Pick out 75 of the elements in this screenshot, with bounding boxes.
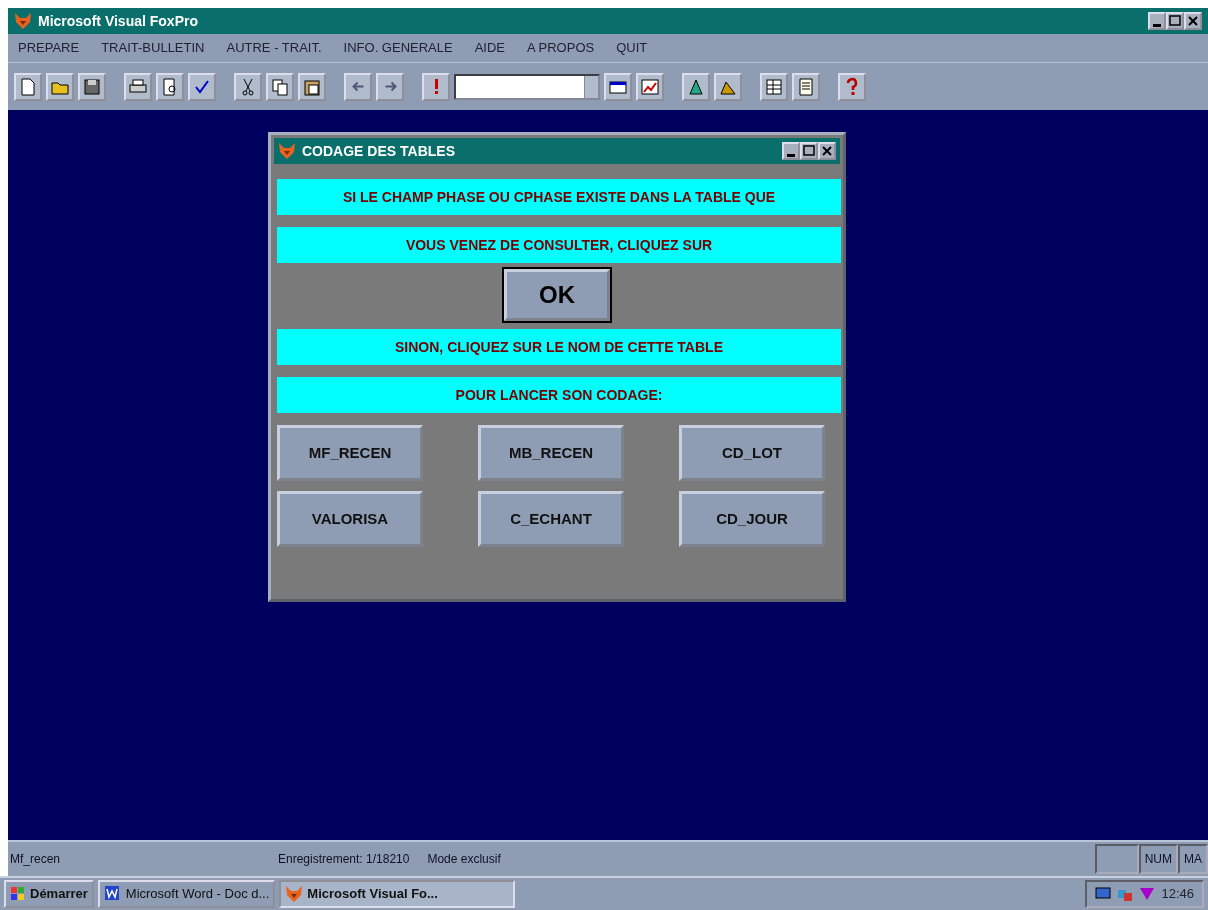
menu-item[interactable]: QUIT xyxy=(616,38,648,58)
chart-button[interactable] xyxy=(636,72,664,101)
minimize-icon xyxy=(1153,23,1161,27)
maximize-icon xyxy=(1168,14,1182,28)
menu-item[interactable]: AUTRE - TRAIT. xyxy=(226,38,322,58)
start-button[interactable]: Démarrer xyxy=(4,880,94,908)
menu-item[interactable]: INFO. GENERALE xyxy=(343,38,453,58)
table-button[interactable]: MF_RECEN xyxy=(277,425,423,481)
form-button[interactable] xyxy=(604,72,632,101)
chart-icon xyxy=(640,76,660,97)
triangle-icon xyxy=(1139,886,1156,902)
redo-icon xyxy=(383,81,397,92)
message-text: VOUS VENEZ DE CONSULTER, CLIQUEZ SUR xyxy=(277,227,841,263)
new-file-icon xyxy=(18,76,38,97)
message-text: POUR LANCER SON CODAGE: xyxy=(277,377,841,413)
table-button[interactable]: CD_JOUR xyxy=(679,491,825,547)
table-button[interactable]: CD_LOT xyxy=(679,425,825,481)
status-text: Mode exclusif xyxy=(427,851,501,868)
fox-icon xyxy=(285,885,304,903)
minimize-button[interactable] xyxy=(1148,12,1166,30)
menu-item[interactable]: TRAIT-BULLETIN xyxy=(101,38,205,58)
combo-box[interactable] xyxy=(454,73,600,100)
table-button[interactable]: VALORISA xyxy=(277,491,423,547)
exclamation-button[interactable] xyxy=(422,72,450,101)
printer-button[interactable] xyxy=(124,72,152,101)
close-button[interactable] xyxy=(1184,12,1202,30)
copy-button[interactable] xyxy=(266,72,294,101)
exclamation-icon xyxy=(434,79,438,94)
undo-icon xyxy=(351,81,365,92)
taskbar-button[interactable]: Microsoft Word - Doc d... xyxy=(97,880,276,908)
maximize-icon xyxy=(802,144,816,158)
message-text: SI LE CHAMP PHASE OU CPHASE EXISTE DANS LA TABLE QUE xyxy=(277,179,841,215)
copy-icon xyxy=(270,76,290,97)
maximize-button[interactable] xyxy=(1166,12,1184,30)
taskbar-button[interactable]: Microsoft Visual Fo... xyxy=(279,880,516,908)
status-indicator: NUM xyxy=(1138,844,1178,874)
document-button[interactable] xyxy=(792,72,820,101)
disk-button[interactable] xyxy=(78,72,106,101)
folder-button[interactable] xyxy=(46,72,74,101)
status-text: Enregistrement: 1/18210 xyxy=(278,851,410,868)
redo-button[interactable] xyxy=(376,72,404,101)
status-indicator: MA xyxy=(1178,844,1208,874)
minimize-button[interactable] xyxy=(782,142,800,160)
scissors-button[interactable] xyxy=(234,72,262,101)
menu-item[interactable]: PREPARE xyxy=(18,38,80,58)
word-icon xyxy=(103,885,122,903)
dialog-title: CODAGE DES TABLES xyxy=(302,141,455,161)
fox-icon xyxy=(278,142,296,160)
table-button[interactable] xyxy=(760,72,788,101)
minimize-icon xyxy=(787,153,795,157)
clock: 12:46 xyxy=(1161,885,1194,904)
menu-item[interactable]: AIDE xyxy=(474,38,505,58)
status-text: Mf_recen xyxy=(9,851,62,868)
table-button[interactable]: MB_RECEN xyxy=(478,425,624,481)
document-icon xyxy=(796,76,816,97)
windows-logo-icon xyxy=(10,886,26,902)
status-panel xyxy=(1094,844,1139,874)
fox-icon xyxy=(14,12,32,30)
monitor-icon xyxy=(1095,886,1112,902)
message-text: SINON, CLIQUEZ SUR LE NOM DE CETTE TABLE xyxy=(277,329,841,365)
table-icon xyxy=(764,76,784,97)
undo-button[interactable] xyxy=(344,72,372,101)
help-button[interactable] xyxy=(838,72,866,101)
close-button[interactable] xyxy=(818,142,836,160)
check-mark-button[interactable] xyxy=(188,72,216,101)
table-button[interactable]: C_ECHANT xyxy=(478,491,624,547)
window-title: Microsoft Visual FoxPro xyxy=(38,11,198,31)
ok-button[interactable]: OK xyxy=(504,269,610,321)
close-icon xyxy=(820,144,834,158)
close-icon xyxy=(1186,14,1200,28)
maximize-button[interactable] xyxy=(800,142,818,160)
clipboard-button[interactable] xyxy=(298,72,326,101)
preview-button[interactable] xyxy=(156,72,184,101)
new-file-button[interactable] xyxy=(14,72,42,101)
menu-item[interactable]: A PROPOS xyxy=(527,38,595,58)
